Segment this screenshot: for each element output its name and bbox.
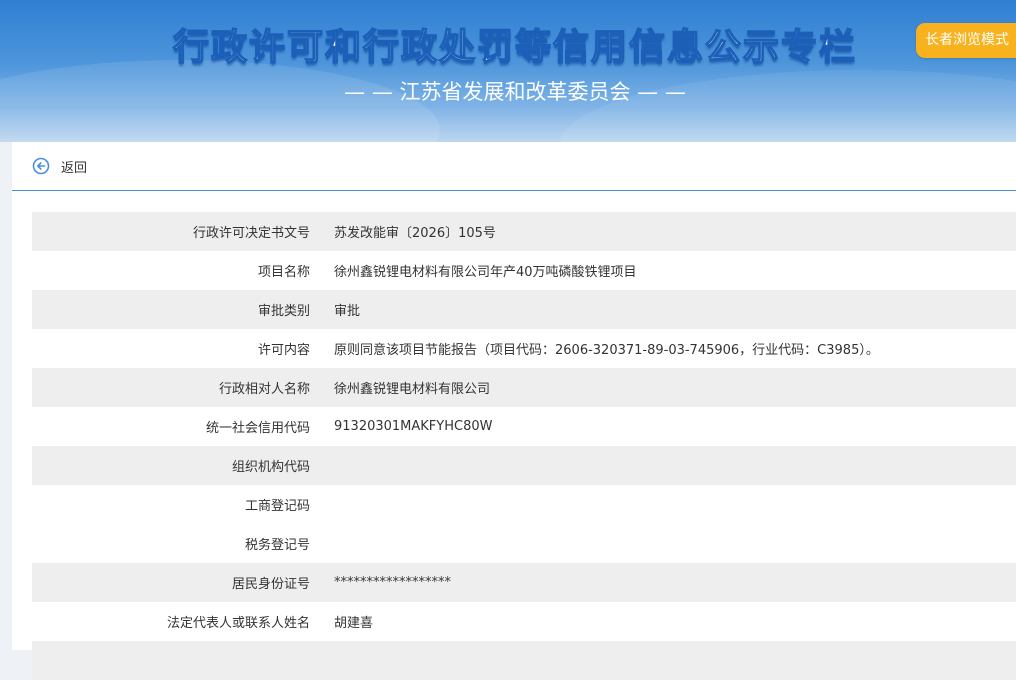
page-subtitle: — — 江苏省发展和改革委员会 — — [344,80,686,104]
field-value: 原则同意该项目节能报告（项目代码：2606-320371-89-03-74590… [334,343,879,358]
field-value: 苏发改能审〔2026〕105号 [334,226,496,241]
field-label: 审批类别 [257,304,310,319]
table-row: 项目名称 徐州鑫锐锂电材料有限公司年产40万吨磷酸铁锂项目 [32,251,1016,290]
field-label: 法定代表人或联系人姓名 [166,616,310,631]
field-value: 胡建喜 [334,616,374,631]
field-value: 审批 [334,304,361,319]
back-arrow-icon [32,157,50,175]
table-row: 居民身份证号 ****************** [32,563,1016,602]
table-row: 许可内容 原则同意该项目节能报告（项目代码：2606-320371-89-03-… [32,329,1016,368]
field-value: 徐州鑫锐锂电材料有限公司年产40万吨磷酸铁锂项目 [334,265,637,280]
table-row: 税务登记号 [32,524,1016,563]
table-row: 组织机构代码 [32,446,1016,485]
field-value: ****************** [334,575,451,590]
table-row [32,641,1016,680]
field-label: 行政许可决定书文号 [192,226,310,241]
field-label: 行政相对人名称 [218,382,310,397]
table-row: 行政相对人名称 徐州鑫锐锂电材料有限公司 [32,368,1016,407]
field-value: 徐州鑫锐锂电材料有限公司 [334,382,491,397]
field-label: 居民身份证号 [231,577,310,592]
back-label: 返回 [61,160,88,176]
content-panel: 返回 行政许可决定书文号 苏发改能审〔2026〕105号 项目名称 徐州鑫锐锂电… [12,142,1016,680]
table-row: 审批类别 审批 [32,290,1016,329]
back-button[interactable]: 返回 [32,156,87,176]
field-label: 许可内容 [257,343,310,358]
field-value: 91320301MAKFYHC80W [334,419,493,434]
table-row: 法定代表人或联系人姓名 胡建喜 [32,602,1016,641]
table-row: 统一社会信用代码 91320301MAKFYHC80W [32,407,1016,446]
elder-mode-button[interactable]: 长者浏览模式 [916,23,1016,58]
field-label: 工商登记码 [244,499,310,514]
info-table: 行政许可决定书文号 苏发改能审〔2026〕105号 项目名称 徐州鑫锐锂电材料有… [32,212,1016,680]
page-header: 行政许可和行政处罚等信用信息公示专栏 — — 江苏省发展和改革委员会 — — 长… [0,0,1016,142]
field-label: 统一社会信用代码 [205,421,310,436]
table-row: 工商登记码 [32,485,1016,524]
field-label: 项目名称 [257,265,310,280]
field-label: 组织机构代码 [231,460,310,475]
back-bar: 返回 [12,142,1016,191]
table-row: 行政许可决定书文号 苏发改能审〔2026〕105号 [32,212,1016,251]
field-label: 税务登记号 [244,538,310,553]
page-title: 行政许可和行政处罚等信用信息公示专栏 [172,26,857,69]
